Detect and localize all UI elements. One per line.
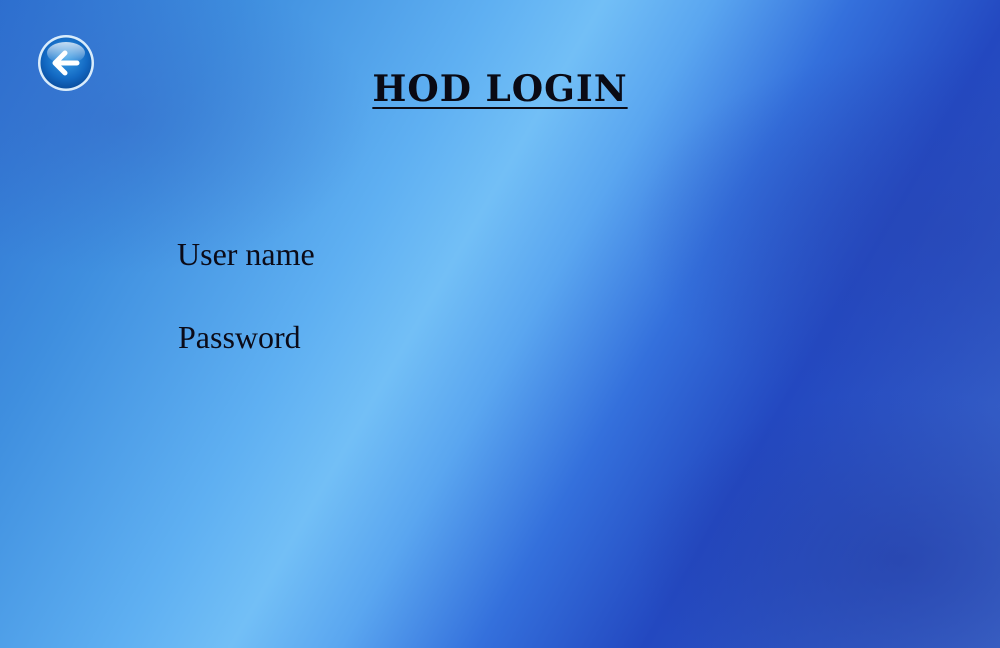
page-title: HOD LOGIN <box>372 68 628 110</box>
login-screen: HOD LOGIN User name Password <box>0 0 1000 648</box>
password-label: Password <box>178 319 301 355</box>
username-label: User name <box>177 236 315 272</box>
